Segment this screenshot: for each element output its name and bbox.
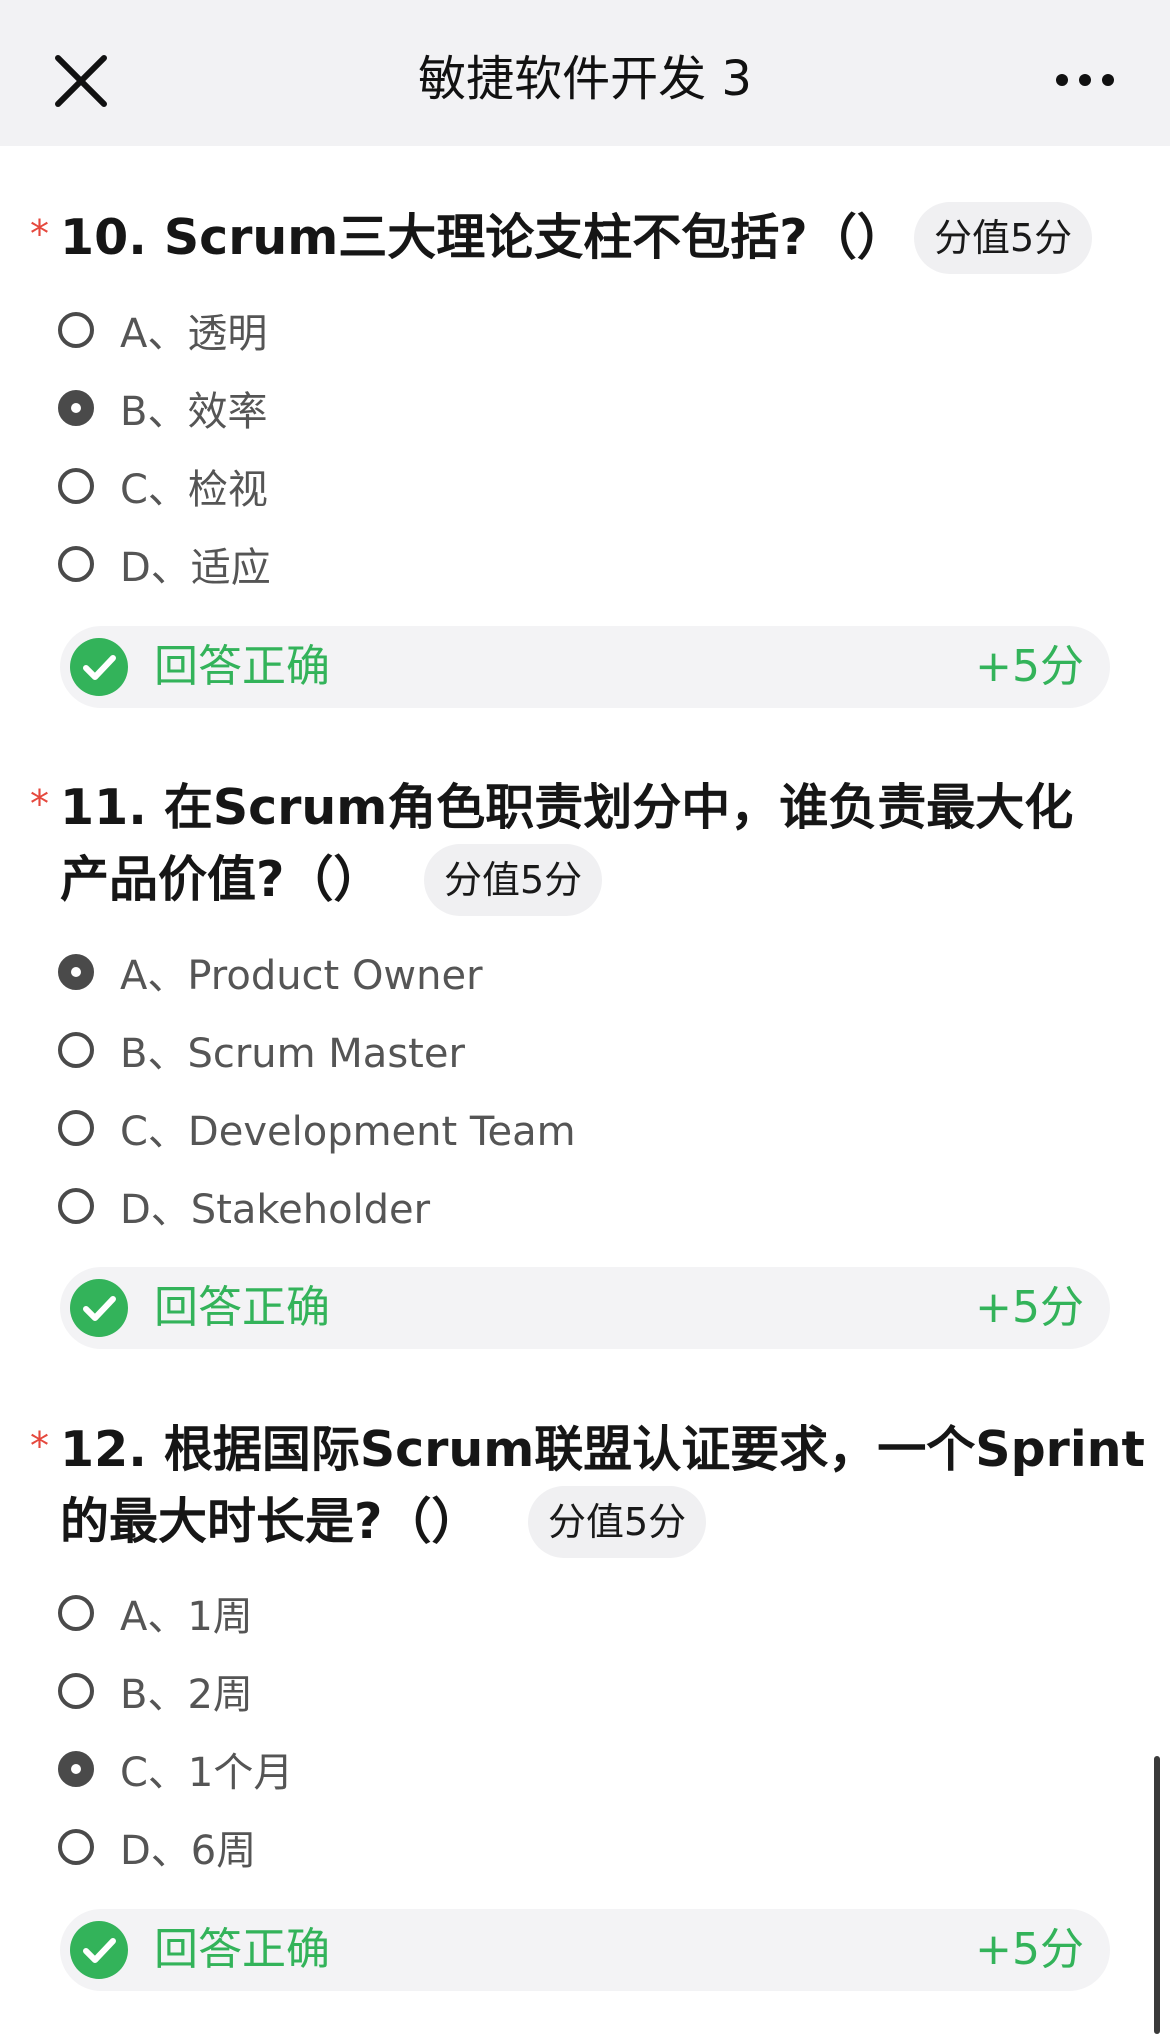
result-score: +5分 [975,1924,1084,1975]
answer-result: 回答正确 +5分 [60,1267,1110,1349]
option-label: D、Stakeholder [120,1187,431,1233]
radio-button[interactable] [58,1032,94,1068]
option-b[interactable]: B、效率 [58,378,1058,438]
score-badge: 分值5分 [528,1486,707,1558]
score-badge: 分值5分 [914,202,1093,274]
option-a[interactable]: A、1周 [58,1583,1058,1643]
radio-button-selected[interactable] [58,390,94,426]
result-text: 回答正确 [154,1924,330,1975]
option-label: D、适应 [120,545,271,591]
scrollbar[interactable] [1154,1756,1160,2034]
option-label: C、1个月 [120,1750,294,1796]
option-b[interactable]: B、2周 [58,1661,1058,1721]
option-d[interactable]: D、6周 [58,1817,1058,1877]
required-star: * [30,1424,49,1468]
radio-button[interactable] [58,468,94,504]
answer-result: 回答正确 +5分 [60,1909,1110,1991]
question-title-line-2: 的最大时长是?（） [60,1493,481,1550]
check-circle-icon [70,1279,128,1337]
option-label: B、2周 [120,1672,253,1718]
radio-button[interactable] [58,312,94,348]
radio-button[interactable] [58,1673,94,1709]
nav-bar: 敏捷软件开发 3 [0,0,1170,146]
option-label: A、1周 [120,1594,253,1640]
question-title-line-1: 11. 在Scrum角色职责划分中，谁负责最大化 [60,779,1074,836]
option-c[interactable]: C、Development Team [58,1098,1058,1158]
radio-button-selected[interactable] [58,954,94,990]
radio-button[interactable] [58,1829,94,1865]
option-label: A、透明 [120,311,268,357]
radio-button[interactable] [58,546,94,582]
page-title: 敏捷软件开发 3 [418,51,752,107]
option-label: C、Development Team [120,1109,576,1155]
check-circle-icon [70,638,128,696]
close-icon[interactable] [52,52,110,110]
radio-button[interactable] [58,1595,94,1631]
question-title-line-1: 12. 根据国际Scrum联盟认证要求，一个Sprint [60,1421,1145,1478]
option-d[interactable]: D、适应 [58,534,1058,594]
option-label: C、检视 [120,467,268,513]
option-label: B、Scrum Master [120,1031,465,1077]
more-horizontal-icon[interactable] [1052,58,1118,102]
result-score: +5分 [975,1282,1084,1333]
option-c[interactable]: C、1个月 [58,1739,1058,1799]
option-a[interactable]: A、透明 [58,300,1058,360]
question-title: 10. Scrum三大理论支柱不包括?（） [60,209,906,266]
option-a[interactable]: A、Product Owner [58,942,1058,1002]
option-label: B、效率 [120,389,268,435]
option-label: A、Product Owner [120,953,483,999]
required-star: * [30,212,49,256]
question-title-line-2: 产品价值?（） [60,851,383,908]
answer-result: 回答正确 +5分 [60,626,1110,708]
required-star: * [30,782,49,826]
option-d[interactable]: D、Stakeholder [58,1176,1058,1236]
radio-button[interactable] [58,1110,94,1146]
check-circle-icon [70,1921,128,1979]
result-score: +5分 [975,641,1084,692]
score-badge: 分值5分 [424,844,603,916]
result-text: 回答正确 [154,641,330,692]
option-label: D、6周 [120,1828,257,1874]
option-c[interactable]: C、检视 [58,456,1058,516]
radio-button[interactable] [58,1188,94,1224]
result-text: 回答正确 [154,1282,330,1333]
option-b[interactable]: B、Scrum Master [58,1020,1058,1080]
radio-button-selected[interactable] [58,1751,94,1787]
